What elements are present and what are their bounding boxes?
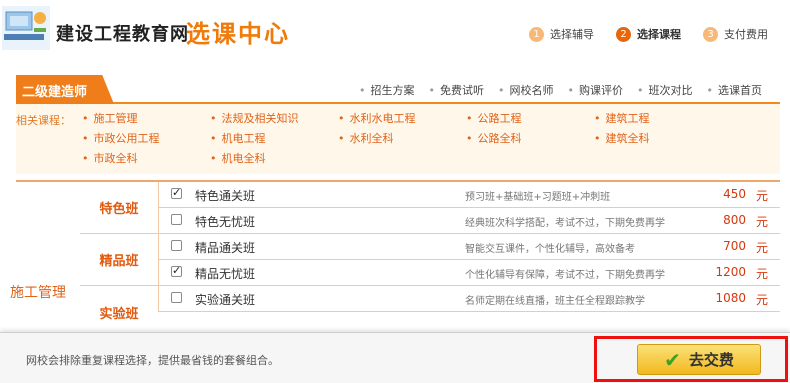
related-course-link[interactable]: 公路全科 xyxy=(466,130,594,146)
price-unit: 元 xyxy=(755,241,768,255)
related-course-link[interactable]: 法规及相关知识 xyxy=(210,110,338,126)
course-name: 实验通关班 xyxy=(195,293,256,307)
step-choose-course[interactable]: 2 选择课程 xyxy=(616,26,681,42)
related-course-link[interactable]: 市政公用工程 xyxy=(82,130,210,146)
course-checkbox[interactable] xyxy=(171,292,182,303)
course-checkbox[interactable] xyxy=(171,186,182,199)
progress-steps: 1 选择辅导 2 选择课程 3 支付费用 xyxy=(529,26,768,42)
related-course-link[interactable]: 建筑全科 xyxy=(594,130,714,146)
course-desc: 经典班次科学搭配，考试不过，下期免费再学 xyxy=(465,218,665,229)
group-tese: 特色班 xyxy=(80,182,158,234)
related-course-link[interactable]: 施工管理 xyxy=(82,110,210,126)
table-row: 实验通关班 名师定期在线直播，班主任全程跟踪教学 1080 元 xyxy=(159,286,780,312)
course-name: 精品无忧班 xyxy=(195,267,256,281)
page-title: 选课中心 xyxy=(186,20,290,48)
group-shiyan: 实验班 xyxy=(80,286,158,338)
table-row: 精品无忧班 个性化辅导有保障，考试不过，下期免费再学 1200 元 xyxy=(159,260,780,286)
course-checkbox[interactable] xyxy=(171,240,182,251)
related-courses: 相关课程： 施工管理 法规及相关知识 水利水电工程 公路工程 建筑工程 市政公用… xyxy=(16,104,780,174)
step-label: 支付费用 xyxy=(724,28,768,41)
link-teachers[interactable]: 网校名师 xyxy=(498,82,554,98)
header: 建设工程教育网 选课中心 1 选择辅导 2 选择课程 3 支付费用 xyxy=(0,0,790,66)
related-course-link[interactable]: 水利全科 xyxy=(338,130,466,146)
top-links: 招生方案 免费试听 网校名师 购课评价 班次对比 选课首页 xyxy=(359,82,763,98)
link-enrollment-plan[interactable]: 招生方案 xyxy=(359,82,415,98)
table-row: 精品通关班 智能交互课件，个性化辅导，高效备考 700 元 xyxy=(159,234,780,260)
price-unit: 元 xyxy=(755,215,768,229)
table-row: 特色通关班 预习班+基础班+习题班+冲刺班 450 元 xyxy=(159,182,780,208)
site-name: 建设工程教育网 xyxy=(56,24,189,45)
related-course-link[interactable]: 水利水电工程 xyxy=(338,110,466,126)
course-checkbox[interactable] xyxy=(171,264,182,277)
step-pay[interactable]: 3 支付费用 xyxy=(703,26,768,42)
step-label: 选择辅导 xyxy=(550,28,594,41)
link-class-compare[interactable]: 班次对比 xyxy=(637,82,693,98)
course-checkbox[interactable] xyxy=(171,214,182,225)
bottom-bar: 网校会排除重复课程选择，提供最省钱的套餐组合。 ✔ 去交费 xyxy=(0,332,790,383)
step-number: 1 xyxy=(529,26,544,42)
price-unit: 元 xyxy=(755,293,768,307)
course-name: 特色无忧班 xyxy=(195,215,256,229)
related-course-link[interactable]: 公路工程 xyxy=(466,110,594,126)
related-course-link[interactable]: 市政全科 xyxy=(82,150,210,166)
course-name: 特色通关班 xyxy=(195,189,256,203)
group-jingpin: 精品班 xyxy=(80,234,158,286)
price-unit: 元 xyxy=(755,189,768,203)
bottom-hint: 网校会排除重复课程选择，提供最省钱的套餐组合。 xyxy=(26,354,279,367)
related-course-list: 施工管理 法规及相关知识 水利水电工程 公路工程 建筑工程 市政公用工程 机电工… xyxy=(82,110,714,166)
step-number: 3 xyxy=(703,26,718,42)
course-rows: 特色通关班 预习班+基础班+习题班+冲刺班 450 元 特色无忧班 经典班次科学… xyxy=(158,182,780,312)
related-course-link[interactable]: 机电工程 xyxy=(210,130,338,146)
course-desc: 个性化辅导有保障，考试不过，下期免费再学 xyxy=(465,270,665,281)
link-free-trial[interactable]: 免费试听 xyxy=(429,82,484,98)
course-price: 800 xyxy=(723,213,746,227)
step-choose-tutoring[interactable]: 1 选择辅导 xyxy=(529,26,594,42)
pay-highlight-box: ✔ 去交费 xyxy=(594,336,788,382)
course-desc: 智能交互课件，个性化辅导，高效备考 xyxy=(465,244,635,255)
step-number: 2 xyxy=(616,26,631,42)
pay-button-label: 去交费 xyxy=(688,351,734,369)
course-table: 施工管理 特色班 精品班 实验班 特色通关班 预习班+基础班+习题班+冲刺班 4… xyxy=(10,180,780,338)
course-price: 1080 xyxy=(715,291,746,305)
category-bar: 二级建造师 招生方案 免费试听 网校名师 购课评价 班次对比 选课首页 xyxy=(16,66,780,104)
course-desc: 预习班+基础班+习题班+冲刺班 xyxy=(465,192,611,203)
course-desc: 名师定期在线直播，班主任全程跟踪教学 xyxy=(465,296,645,307)
related-course-link[interactable]: 机电全科 xyxy=(210,150,338,166)
subject-title: 施工管理 xyxy=(10,285,66,301)
table-row: 特色无忧班 经典班次科学搭配，考试不过，下期免费再学 800 元 xyxy=(159,208,780,234)
course-price: 700 xyxy=(723,239,746,253)
link-reviews[interactable]: 购课评价 xyxy=(568,82,623,98)
pay-button[interactable]: ✔ 去交费 xyxy=(637,344,761,375)
step-label: 选择课程 xyxy=(637,28,681,41)
course-price: 450 xyxy=(723,187,746,201)
logo-image xyxy=(2,6,50,50)
page: 建设工程教育网 选课中心 1 选择辅导 2 选择课程 3 支付费用 二级建造师 … xyxy=(0,0,790,383)
link-course-home[interactable]: 选课首页 xyxy=(707,82,762,98)
course-price: 1200 xyxy=(715,265,746,279)
related-label: 相关课程： xyxy=(16,114,71,127)
category-tab[interactable]: 二级建造师 xyxy=(16,75,114,104)
price-unit: 元 xyxy=(755,267,768,281)
checkmark-icon: ✔ xyxy=(664,347,681,372)
related-course-link[interactable]: 建筑工程 xyxy=(594,110,714,126)
course-name: 精品通关班 xyxy=(195,241,256,255)
